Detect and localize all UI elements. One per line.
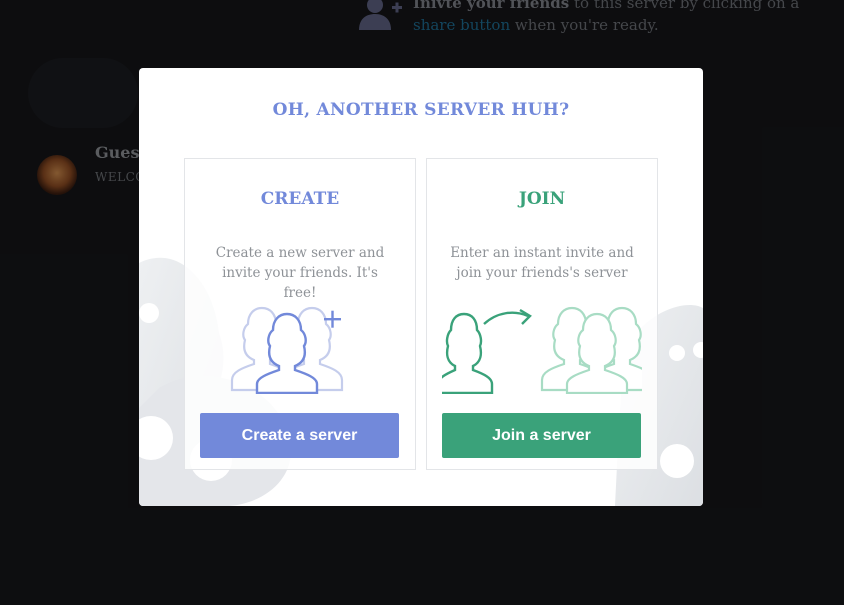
join-card: JOIN Enter an instant invite and join yo… [426, 158, 658, 470]
join-title: JOIN [518, 189, 566, 209]
modal-title: OH, ANOTHER SERVER HUH? [272, 100, 570, 120]
join-server-illustration [442, 306, 642, 394]
create-description: Create a new server and invite your frie… [215, 245, 385, 301]
join-server-button[interactable]: Join a server [442, 413, 641, 458]
create-or-join-modal: OH, ANOTHER SERVER HUH? CREATE Create a … [139, 68, 703, 506]
create-title: CREATE [260, 189, 340, 209]
create-server-button[interactable]: Create a server [200, 413, 399, 458]
create-card: CREATE Create a new server and invite yo… [184, 158, 416, 470]
join-description: Enter an instant invite and join your fr… [450, 245, 634, 281]
create-server-illustration [230, 306, 344, 394]
